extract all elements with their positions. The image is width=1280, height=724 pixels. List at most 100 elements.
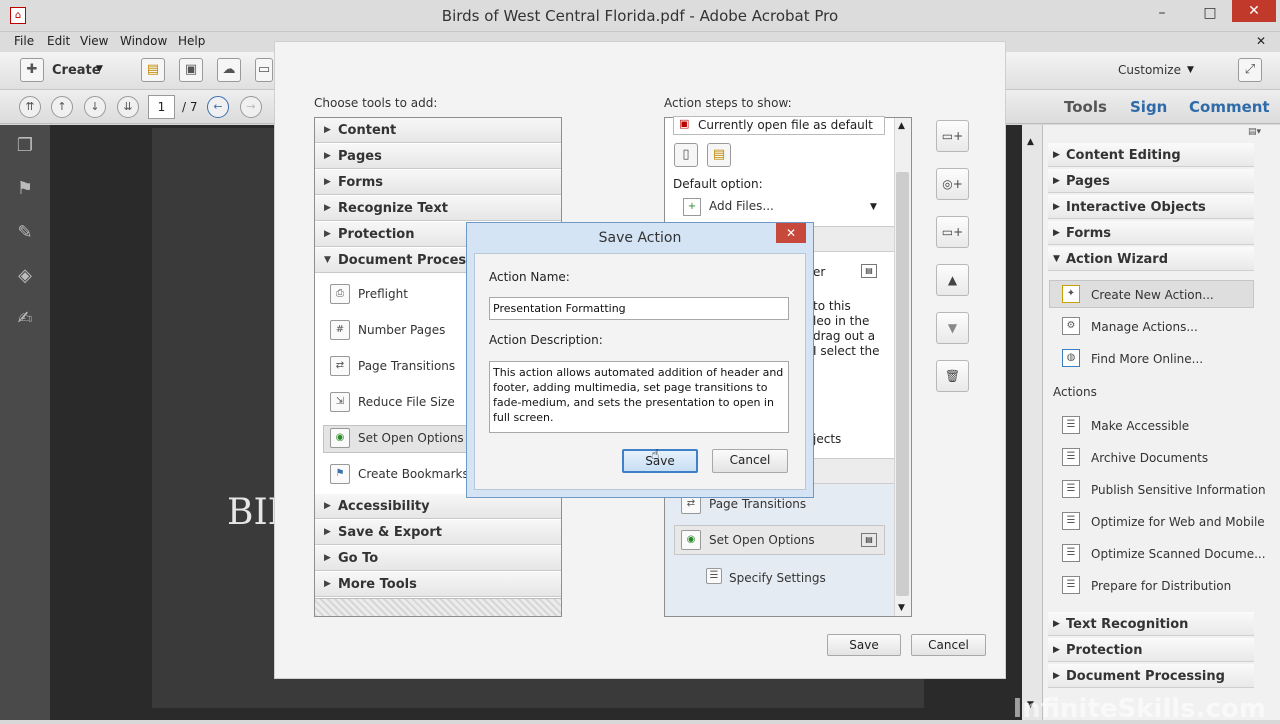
section-label: Action Wizard bbox=[1066, 252, 1169, 267]
comment-tab[interactable]: Comment bbox=[1189, 98, 1270, 116]
file-option-select[interactable]: Currently open file as default bbox=[673, 116, 885, 135]
list-resize-grip[interactable] bbox=[315, 598, 561, 616]
close-document-button[interactable]: ✕ bbox=[1256, 34, 1266, 48]
print-icon[interactable]: ▭ bbox=[255, 58, 273, 82]
step-options-icon[interactable]: ▤ bbox=[861, 264, 877, 278]
panel-section-protection[interactable]: ▶ Protection bbox=[1048, 638, 1254, 662]
close-window-button[interactable]: ✕ bbox=[1232, 0, 1276, 22]
action-item[interactable]: ☰ Optimize for Web and Mobile bbox=[1062, 510, 1265, 536]
action-name-label: Action Name: bbox=[489, 270, 570, 284]
customize-button[interactable]: Customize bbox=[1118, 63, 1181, 77]
last-page-icon[interactable]: ⇊ bbox=[117, 96, 139, 118]
maximize-button[interactable]: □ bbox=[1196, 3, 1224, 23]
next-page-icon[interactable]: ↓ bbox=[84, 96, 106, 118]
menu-view[interactable]: View bbox=[80, 34, 108, 48]
file-option-label: Currently open file as default bbox=[698, 118, 873, 132]
tool-category-recognize-text[interactable]: ▶ Recognize Text bbox=[315, 196, 561, 221]
panel-section-interactive-objects[interactable]: ▶ Interactive Objects bbox=[1048, 195, 1254, 219]
page-thumbnails-icon[interactable]: ❐ bbox=[13, 134, 37, 158]
action-item[interactable]: ☰ Optimize Scanned Docume... bbox=[1062, 542, 1266, 568]
panel-section-content-editing[interactable]: ▶ Content Editing bbox=[1048, 143, 1254, 167]
expand-arrow-icon: ▶ bbox=[324, 125, 331, 135]
panel-options-icon[interactable]: ▤▾ bbox=[1248, 127, 1266, 139]
insert-panel-separator-icon[interactable]: ▭+ bbox=[936, 216, 969, 248]
item-label: Optimize Scanned Docume... bbox=[1091, 547, 1266, 561]
save-action-save-button[interactable]: Save bbox=[622, 449, 698, 473]
action-list-icon: ☰ bbox=[1062, 512, 1080, 530]
scroll-down-icon[interactable]: ▼ bbox=[898, 603, 905, 613]
save-disk-icon[interactable]: ▣ bbox=[179, 58, 203, 82]
tool-category-save-export[interactable]: ▶ Save & Export bbox=[315, 520, 561, 545]
insert-instruction-step-icon[interactable]: ▭+ bbox=[936, 120, 969, 152]
action-item[interactable]: ☰ Prepare for Distribution bbox=[1062, 574, 1262, 600]
manage-actions-item[interactable]: ⚙ Manage Actions... bbox=[1062, 315, 1262, 341]
page-number-input[interactable]: 1 bbox=[148, 95, 175, 119]
add-files-label: Add Files... bbox=[709, 199, 774, 213]
new-file-icon[interactable]: ▯ bbox=[674, 143, 698, 167]
panel-section-pages[interactable]: ▶ Pages bbox=[1048, 169, 1254, 193]
create-new-action-item[interactable]: ✦ Create New Action... bbox=[1062, 283, 1262, 309]
panel-section-document-processing[interactable]: ▶ Document Processing bbox=[1048, 664, 1254, 688]
move-up-icon[interactable]: ▲ bbox=[936, 264, 969, 296]
menu-window[interactable]: Window bbox=[120, 34, 167, 48]
edit-action-save-button[interactable]: Save bbox=[827, 634, 901, 656]
panel-section-text-recognition[interactable]: ▶ Text Recognition bbox=[1048, 612, 1254, 636]
folder-icon[interactable]: ▤ bbox=[707, 143, 731, 167]
item-label: Manage Actions... bbox=[1091, 320, 1198, 334]
edit-action-cancel-button[interactable]: Cancel bbox=[911, 634, 986, 656]
first-page-icon[interactable]: ⇈ bbox=[19, 96, 41, 118]
save-action-cancel-button[interactable]: Cancel bbox=[712, 449, 788, 473]
set-open-options-icon: ◉ bbox=[681, 530, 701, 550]
create-icon: ✚ bbox=[20, 58, 44, 82]
layers-icon[interactable]: ◈ bbox=[13, 264, 37, 288]
expand-arrow-icon: ▶ bbox=[324, 151, 331, 161]
create-dropdown-icon[interactable]: ▼ bbox=[96, 64, 103, 74]
menu-help[interactable]: Help bbox=[178, 34, 205, 48]
customize-dropdown-icon[interactable]: ▼ bbox=[1187, 65, 1194, 75]
action-steps-label: Action steps to show: bbox=[664, 96, 792, 110]
action-list-icon: ☰ bbox=[1062, 576, 1080, 594]
scroll-up-icon[interactable]: ▲ bbox=[1027, 137, 1034, 147]
action-item[interactable]: ☰ Make Accessible bbox=[1062, 414, 1262, 440]
expand-arrow-icon: ▶ bbox=[1053, 228, 1060, 238]
action-name-input[interactable]: Presentation Formatting bbox=[489, 297, 789, 320]
save-action-close-button[interactable]: ✕ bbox=[776, 223, 806, 243]
attachments-icon[interactable]: ✎ bbox=[13, 221, 37, 245]
open-folder-icon[interactable]: ▤ bbox=[141, 58, 165, 82]
tool-category-forms[interactable]: ▶ Forms bbox=[315, 170, 561, 195]
document-scrollbar[interactable]: ▲ ▼ bbox=[1022, 125, 1042, 720]
tool-category-go-to[interactable]: ▶ Go To bbox=[315, 546, 561, 571]
tool-category-pages[interactable]: ▶ Pages bbox=[315, 144, 561, 169]
menu-file[interactable]: File bbox=[14, 34, 34, 48]
category-label: Forms bbox=[338, 175, 383, 190]
forward-view-icon[interactable]: → bbox=[240, 96, 262, 118]
menu-edit[interactable]: Edit bbox=[47, 34, 70, 48]
tool-category-more-tools[interactable]: ▶ More Tools bbox=[315, 572, 561, 597]
action-item[interactable]: ☰ Archive Documents bbox=[1062, 446, 1262, 472]
find-more-online-item[interactable]: ◍ Find More Online... bbox=[1062, 347, 1262, 373]
tool-category-content[interactable]: ▶ Content bbox=[315, 118, 561, 143]
add-files-select[interactable]: Add Files... bbox=[680, 195, 885, 219]
scroll-up-icon[interactable]: ▲ bbox=[898, 121, 905, 131]
action-description-input[interactable]: This action allows automated addition of… bbox=[489, 361, 789, 433]
action-item[interactable]: ☰ Publish Sensitive Information bbox=[1062, 478, 1266, 504]
panel-section-action-wizard[interactable]: ▼ Action Wizard bbox=[1048, 247, 1254, 271]
insert-stop-icon[interactable]: ◎+ bbox=[936, 168, 969, 200]
upload-cloud-icon[interactable]: ☁ bbox=[217, 58, 241, 82]
step-options-icon[interactable]: ▤ bbox=[861, 533, 877, 547]
tools-tab[interactable]: Tools bbox=[1064, 98, 1107, 116]
dropdown-arrow-icon[interactable]: ▼ bbox=[870, 202, 877, 212]
scrollbar-thumb[interactable] bbox=[896, 172, 909, 596]
bookmarks-icon[interactable]: ⚑ bbox=[13, 177, 37, 201]
back-view-icon[interactable]: ← bbox=[207, 96, 229, 118]
expand-icon[interactable]: ⤢ bbox=[1238, 58, 1262, 82]
signatures-icon[interactable]: ✍ bbox=[13, 307, 37, 331]
sign-tab[interactable]: Sign bbox=[1130, 98, 1167, 116]
move-down-icon[interactable]: ▼ bbox=[936, 312, 969, 344]
previous-page-icon[interactable]: ↑ bbox=[51, 96, 73, 118]
step-specify-settings[interactable]: ☰ Specify Settings bbox=[706, 565, 926, 591]
minimize-button[interactable]: – bbox=[1148, 3, 1176, 23]
delete-icon[interactable]: 🗑 bbox=[936, 360, 969, 392]
create-button[interactable]: Create bbox=[52, 63, 101, 78]
panel-section-forms[interactable]: ▶ Forms bbox=[1048, 221, 1254, 245]
